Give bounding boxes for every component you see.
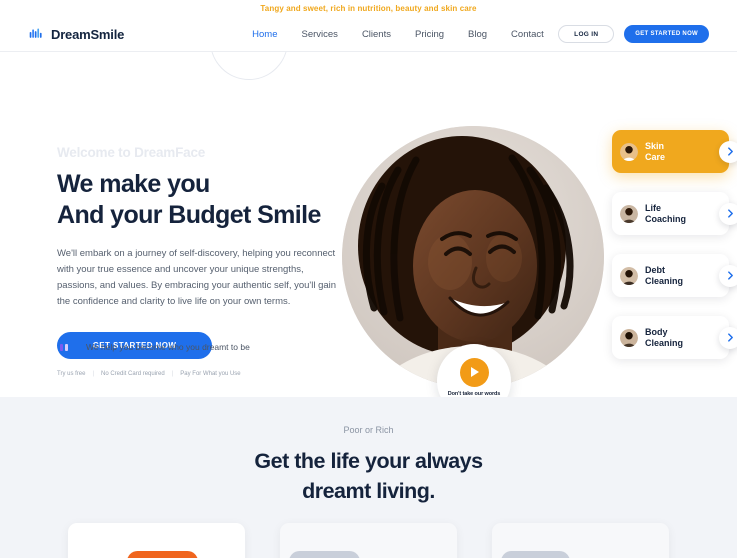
avatar [620, 266, 638, 285]
service-label-line2: Coaching [645, 213, 687, 224]
service-label: Skin Care [645, 141, 665, 163]
service-card-list: Skin Care Life Coaching Debt Cleaning Bo… [612, 130, 737, 378]
nav-link-services[interactable]: Services [302, 29, 338, 40]
hero-title-line1: We make you [57, 170, 210, 198]
service-card-skin-care[interactable]: Skin Care [612, 130, 737, 173]
service-card-life-coaching[interactable]: Life Coaching [612, 192, 737, 235]
chevron-right-icon[interactable] [719, 140, 737, 163]
feature-badge: Brand New [289, 551, 361, 558]
feature-badge: Brand New [127, 551, 199, 558]
service-label-line2: Care [645, 151, 666, 162]
nav-links: Home Services Clients Pricing Blog Conta… [252, 29, 544, 40]
get-started-nav-button[interactable]: GET STARTED NOW [624, 25, 709, 43]
avatar [620, 328, 638, 347]
nav-link-clients[interactable]: Clients [362, 29, 391, 40]
hero-title: We make you And your Budget Smile [57, 169, 357, 231]
feature-card-3[interactable]: Affordable [492, 523, 669, 558]
service-label: Life Coaching [645, 203, 686, 225]
chevron-right-icon[interactable] [719, 264, 737, 287]
nav-link-pricing[interactable]: Pricing [415, 29, 444, 40]
hero-footnote-text: We help you become who you dreamt to be [86, 342, 250, 352]
play-badge-text: Don't take our words for it [447, 390, 501, 398]
meta-separator: | [92, 371, 95, 377]
feature-card-2[interactable]: Brand New [280, 523, 457, 558]
features-title: Get the life your always dreamt living. [0, 446, 737, 506]
service-label-line1: Life [645, 202, 662, 213]
hero-meta-1: No Credit Card required [101, 371, 165, 377]
chevron-right-icon[interactable] [719, 326, 737, 349]
top-navbar: DreamSmile Home Services Clients Pricing… [0, 17, 737, 52]
service-label-line1: Skin [645, 140, 665, 151]
play-badge-line1: Don't take our words [447, 390, 501, 397]
meta-separator: | [171, 371, 174, 377]
brand[interactable]: DreamSmile [28, 26, 124, 43]
announcement-text: Tangy and sweet, rich in nutrition, beau… [260, 4, 477, 13]
service-card-body-cleaning[interactable]: Body Cleaning [612, 316, 737, 359]
service-label-line2: Cleaning [645, 337, 684, 348]
service-card-debt-cleaning[interactable]: Debt Cleaning [612, 254, 737, 297]
decorative-ring [210, 52, 288, 80]
hero-eyebrow: Welcome to DreamFace [57, 145, 206, 160]
feature-card-1[interactable]: Brand New [68, 523, 245, 558]
service-label: Debt Cleaning [645, 265, 683, 287]
features-section: Poor or Rich Get the life your always dr… [0, 397, 737, 558]
nav-link-blog[interactable]: Blog [468, 29, 487, 40]
login-button[interactable]: LOG IN [558, 25, 615, 43]
features-title-line2: dreamt living. [302, 479, 435, 503]
service-label: Body Cleaning [645, 327, 683, 349]
feature-badge: Affordable [501, 551, 570, 558]
nav-link-contact[interactable]: Contact [511, 29, 544, 40]
brand-name: DreamSmile [51, 26, 125, 42]
hero-section: Welcome to DreamFace We make you And you… [0, 52, 737, 397]
chevron-right-icon[interactable] [719, 202, 737, 225]
service-label-line2: Cleaning [645, 275, 684, 286]
announcement-bar: Tangy and sweet, rich in nutrition, beau… [0, 0, 737, 17]
hero-meta-0: Try us free [57, 371, 86, 377]
dreamsmile-logo-icon [28, 26, 45, 43]
hero-title-line2: And your Budget Smile [57, 201, 321, 229]
feature-card-row: Brand New Brand New Affordable [68, 523, 669, 558]
hero-meta-2: Pay For What you Use [180, 371, 241, 377]
avatar [620, 204, 638, 223]
hero-footnote: We help you become who you dreamt to be [60, 342, 250, 352]
landing-page: Tangy and sweet, rich in nutrition, beau… [0, 0, 737, 558]
avatar [620, 142, 638, 161]
hero-description: We'll embark on a journey of self-discov… [57, 248, 337, 307]
quote-marks-icon [60, 343, 68, 351]
service-label-line1: Body [645, 326, 668, 337]
features-title-line1: Get the life your always [254, 449, 483, 473]
nav-link-home[interactable]: Home [252, 29, 277, 40]
hero-meta: Try us free | No Credit Card required | … [57, 371, 357, 377]
nav-actions: LOG IN GET STARTED NOW [558, 25, 709, 43]
service-label-line1: Debt [645, 264, 665, 275]
play-icon[interactable] [459, 357, 489, 387]
features-eyebrow: Poor or Rich [343, 425, 394, 435]
